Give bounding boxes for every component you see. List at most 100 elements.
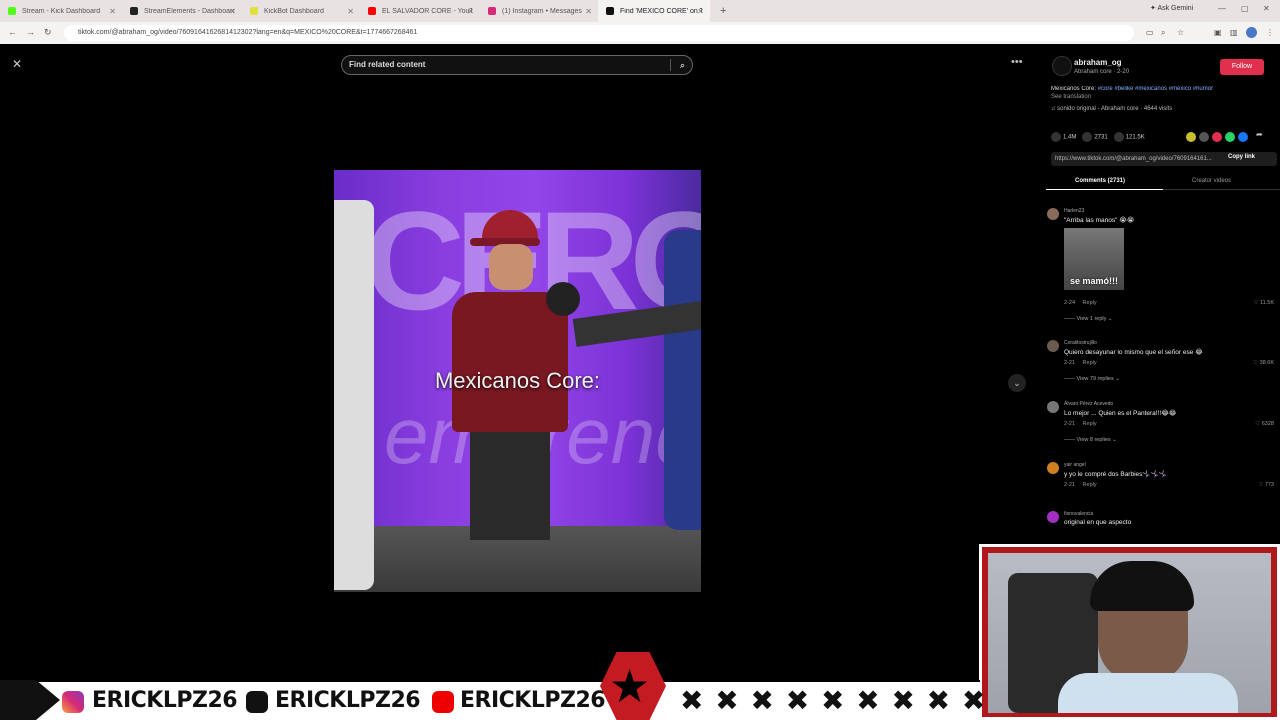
commenter-avatar[interactable] bbox=[1047, 340, 1059, 352]
see-translation-link[interactable]: See translation bbox=[1051, 94, 1091, 100]
share-send-icon[interactable] bbox=[1212, 132, 1222, 142]
reply-button[interactable]: Reply bbox=[1083, 421, 1097, 427]
sidepanel-icon[interactable]: ▥ bbox=[1230, 28, 1238, 37]
dark-pants bbox=[470, 432, 550, 540]
tab-tiktok[interactable]: Find 'MEXICO CORE' on TikTok ✕ bbox=[598, 0, 710, 22]
close-tab-icon[interactable]: ✕ bbox=[347, 7, 354, 16]
tab-kick-dashboard[interactable]: Stream - Kick Dashboard ✕ bbox=[0, 0, 122, 22]
close-tab-icon[interactable]: ✕ bbox=[109, 7, 116, 16]
share-repost-icon[interactable] bbox=[1186, 132, 1196, 142]
tab-label: Stream - Kick Dashboard bbox=[22, 7, 101, 15]
commenter-avatar[interactable] bbox=[1047, 208, 1059, 220]
share-embed-icon[interactable] bbox=[1199, 132, 1209, 142]
tab-kickbot[interactable]: KickBot Dashboard ✕ bbox=[242, 0, 360, 22]
comment-text: original en que aspecto bbox=[1064, 519, 1132, 526]
close-tab-icon[interactable]: ✕ bbox=[229, 7, 236, 16]
author-subtitle: Abraham core · 2-20 bbox=[1074, 69, 1130, 75]
video-description: Mexicanos Core: #core #belike #mexicanos… bbox=[1051, 86, 1276, 92]
bookmark-star-icon[interactable]: ☆ bbox=[1177, 28, 1184, 37]
tab-youtube[interactable]: EL SALVADOR CORE - YouTube ✕ bbox=[360, 0, 480, 22]
share-arrow-icon[interactable]: ➦ bbox=[1256, 130, 1263, 139]
comment-text: Quiero desayunar lo mismo que el señor e… bbox=[1064, 349, 1203, 356]
tiktok-handle: ERICKLPZ26 bbox=[275, 688, 421, 713]
comment-username[interactable]: Harlen23 bbox=[1064, 208, 1084, 214]
reply-button[interactable]: Reply bbox=[1083, 482, 1097, 488]
search-input[interactable]: Find related content ⌕ bbox=[341, 55, 693, 75]
comment-like-button[interactable]: ♡ 11.5K bbox=[1254, 300, 1274, 306]
music-info[interactable]: ♫ sonido original - Abraham core · 4644 … bbox=[1051, 106, 1172, 112]
zoom-icon[interactable]: ⌕ bbox=[1161, 28, 1165, 38]
comment-username[interactable]: Álvaro Pérez Acevedo bbox=[1064, 401, 1113, 407]
view-replies-button[interactable]: —— View 79 replies ⌄ bbox=[1064, 376, 1120, 382]
window-close-icon[interactable]: ✕ bbox=[1263, 4, 1270, 13]
cast-icon[interactable]: ▭ bbox=[1146, 28, 1154, 37]
comment-username[interactable]: yair angel bbox=[1064, 462, 1086, 468]
tab-streamelements[interactable]: StreamElements - Dashboard ✕ bbox=[122, 0, 242, 22]
view-replies-button[interactable]: —— View 1 reply ⌄ bbox=[1064, 316, 1113, 322]
whatsapp-icon[interactable] bbox=[1225, 132, 1235, 142]
save-count: 121.5K bbox=[1125, 134, 1145, 141]
copy-link-button[interactable]: Copy link bbox=[1228, 154, 1255, 160]
comment-text: y yo le compré dos Barbies🤸🏻‍♀️🤸🏻‍♀️🤸🏻‍♀… bbox=[1064, 471, 1167, 478]
author-username[interactable]: abraham_og bbox=[1074, 58, 1122, 67]
back-icon[interactable]: ← bbox=[8, 27, 17, 37]
author-avatar[interactable] bbox=[1052, 56, 1072, 76]
comment-username[interactable]: Coralitostrujillo bbox=[1064, 340, 1097, 346]
comment-username[interactable]: Itsnovalencia bbox=[1064, 511, 1093, 517]
reload-icon[interactable]: ↻ bbox=[44, 27, 52, 38]
tab-label: StreamElements - Dashboard bbox=[144, 7, 234, 15]
follow-button[interactable]: Follow bbox=[1220, 59, 1264, 75]
tab-comments[interactable]: Comments (2731) bbox=[1075, 178, 1125, 184]
reply-button[interactable]: Reply bbox=[1083, 300, 1097, 306]
comment-meta: 2-24 Reply bbox=[1064, 300, 1097, 306]
tab-creator-videos[interactable]: Creator videos bbox=[1192, 178, 1231, 184]
bookmark-icon bbox=[1113, 132, 1124, 142]
forward-icon[interactable]: → bbox=[26, 27, 35, 37]
description-hashtags[interactable]: #core #belike #mexicanos #mexico #humor bbox=[1098, 86, 1213, 92]
tab-label: EL SALVADOR CORE - YouTube bbox=[382, 7, 472, 15]
search-icon[interactable]: ⌕ bbox=[680, 56, 685, 74]
comment-button[interactable]: 2731 bbox=[1082, 132, 1108, 142]
video-caption: Mexicanos Core: bbox=[434, 368, 601, 393]
new-tab-button[interactable]: + bbox=[720, 5, 726, 17]
kickbot-icon bbox=[250, 7, 258, 15]
close-icon[interactable]: ✕ bbox=[12, 57, 22, 71]
comment-like-button[interactable]: ♡ 6328 bbox=[1255, 421, 1274, 427]
instagram-icon bbox=[62, 691, 84, 713]
comment-like-count: 773 bbox=[1264, 482, 1274, 488]
profile-avatar[interactable] bbox=[1246, 27, 1257, 38]
description-text: Mexicanos Core: bbox=[1051, 86, 1098, 92]
comment-like-button[interactable]: ♡ 773 bbox=[1258, 482, 1274, 488]
save-button[interactable]: 121.5K bbox=[1113, 132, 1145, 142]
ask-gemini-button[interactable]: ✦ Ask Gemini bbox=[1150, 4, 1193, 12]
like-button[interactable]: 1.4M bbox=[1051, 132, 1076, 142]
youtube-icon bbox=[432, 691, 454, 713]
url-field[interactable]: tiktok.com/@abraham_og/video/76091641626… bbox=[64, 25, 1134, 41]
webcam-overlay bbox=[979, 544, 1280, 720]
minimize-icon[interactable]: — bbox=[1218, 4, 1226, 13]
tab-instagram[interactable]: (1) Instagram • Messages ✕ bbox=[480, 0, 598, 22]
commenter-avatar[interactable] bbox=[1047, 401, 1059, 413]
view-replies-button[interactable]: —— View 8 replies ⌄ bbox=[1064, 437, 1117, 443]
extensions-icon[interactable]: ▣ bbox=[1214, 28, 1222, 37]
search-placeholder: Find related content bbox=[349, 60, 426, 69]
commenter-avatar[interactable] bbox=[1047, 511, 1059, 523]
youtube-handle: ERICKLPZ26 bbox=[460, 688, 606, 713]
more-options-icon[interactable]: ••• bbox=[1011, 56, 1023, 68]
chevron-down-icon[interactable]: ⌄ bbox=[1008, 374, 1026, 392]
facebook-icon[interactable] bbox=[1238, 132, 1248, 142]
close-tab-icon[interactable]: ✕ bbox=[697, 7, 704, 16]
comment-date: 2-24 bbox=[1064, 300, 1076, 306]
close-tab-icon[interactable]: ✕ bbox=[585, 7, 592, 16]
comment-meta: 2-21 Reply bbox=[1064, 482, 1097, 488]
close-tab-icon[interactable]: ✕ bbox=[467, 7, 474, 16]
comment-count: 2731 bbox=[1094, 134, 1108, 141]
maximize-icon[interactable]: ▢ bbox=[1241, 4, 1249, 13]
reply-button[interactable]: Reply bbox=[1083, 360, 1097, 366]
commenter-avatar[interactable] bbox=[1047, 462, 1059, 474]
comment-like-button[interactable]: ♡ 38.6K bbox=[1253, 360, 1274, 366]
video-player[interactable]: CERO emprend Mexicanos Core: bbox=[334, 170, 701, 592]
menu-icon[interactable]: ⋮ bbox=[1266, 28, 1274, 37]
comment-date: 2-21 bbox=[1064, 421, 1076, 427]
comment-like-count: 6328 bbox=[1261, 421, 1274, 427]
